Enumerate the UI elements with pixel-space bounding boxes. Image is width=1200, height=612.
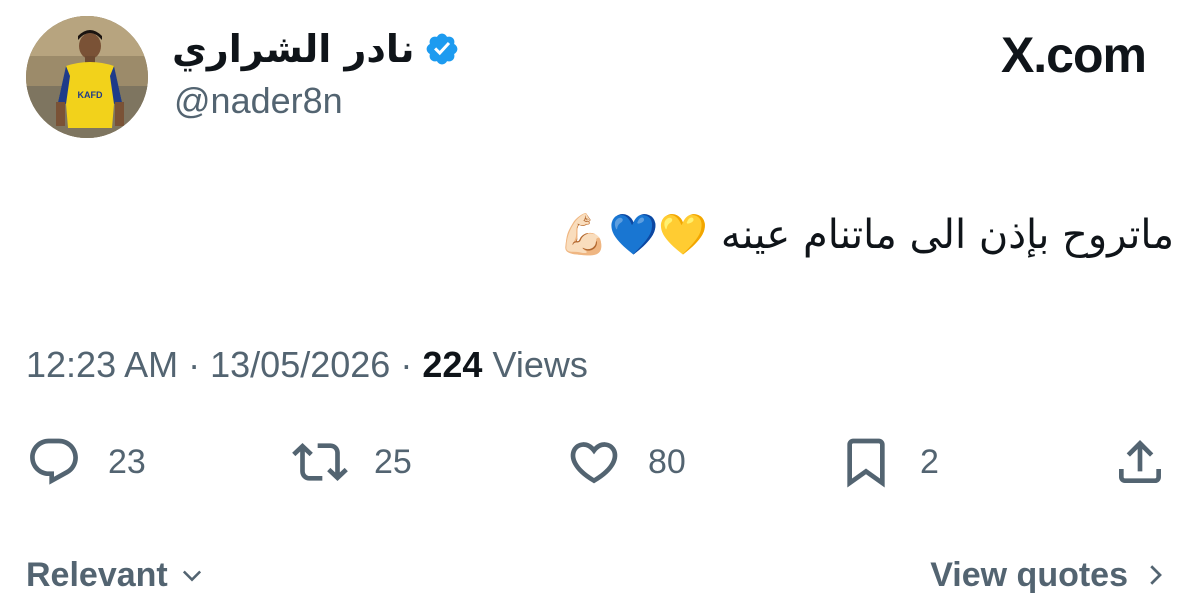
author-display-name[interactable]: نادر الشراري [172,27,414,71]
tweet-time[interactable]: 12:23 AM [26,344,178,385]
heart-icon [570,442,618,484]
action-bar: 23 25 80 2 [26,430,1174,494]
bookmark-icon [847,438,885,488]
meta-separator: · [400,344,413,385]
verified-badge-icon [427,33,458,65]
reply-button[interactable]: 23 [26,430,146,494]
sort-replies-dropdown[interactable]: Relevant [26,552,206,598]
flexed-biceps-emoji: 💪🏻 [558,212,609,258]
repost-icon [292,443,348,481]
chevron-right-icon [1150,565,1162,585]
like-button[interactable]: 80 [566,430,686,494]
view-quotes-label: View quotes [930,555,1128,594]
tweet-date[interactable]: 13/05/2026 [210,344,390,385]
blue-heart-emoji: 💙 [608,212,659,258]
views-label: Views [492,344,588,385]
views-count: 224 [422,344,483,385]
reply-icon [30,438,78,485]
chevron-down-icon [182,570,201,582]
like-count: 80 [648,442,686,481]
share-button[interactable] [1112,430,1168,494]
jersey-sponsor: KAFD [78,90,103,100]
repost-button[interactable]: 25 [292,430,412,494]
avatar-photo: KAFD [26,16,148,138]
sort-label: Relevant [26,555,168,594]
author-avatar[interactable]: KAFD [26,16,148,138]
bookmark-button[interactable]: 2 [838,430,939,494]
meta-separator: · [188,344,201,385]
bookmark-count: 2 [920,442,939,481]
author-handle[interactable]: @nader8n [174,80,343,122]
author-name-row[interactable]: نادر الشراري [172,24,460,74]
share-icon [1119,440,1161,483]
tweet-body: ماتروح بإذن الى ماتنام عينه 💛💙💪🏻 [174,205,1174,265]
reply-count: 23 [108,442,146,481]
yellow-heart-emoji: 💛 [658,212,709,258]
view-quotes-link[interactable]: View quotes [930,552,1170,598]
tweet-meta: 12:23 AM · 13/05/2026 · 224 Views [26,344,588,386]
brand-logo: X.com [1000,27,1147,83]
repost-count: 25 [374,442,412,481]
tweet-text: ماتروح بإذن الى ماتنام عينه [720,212,1174,258]
